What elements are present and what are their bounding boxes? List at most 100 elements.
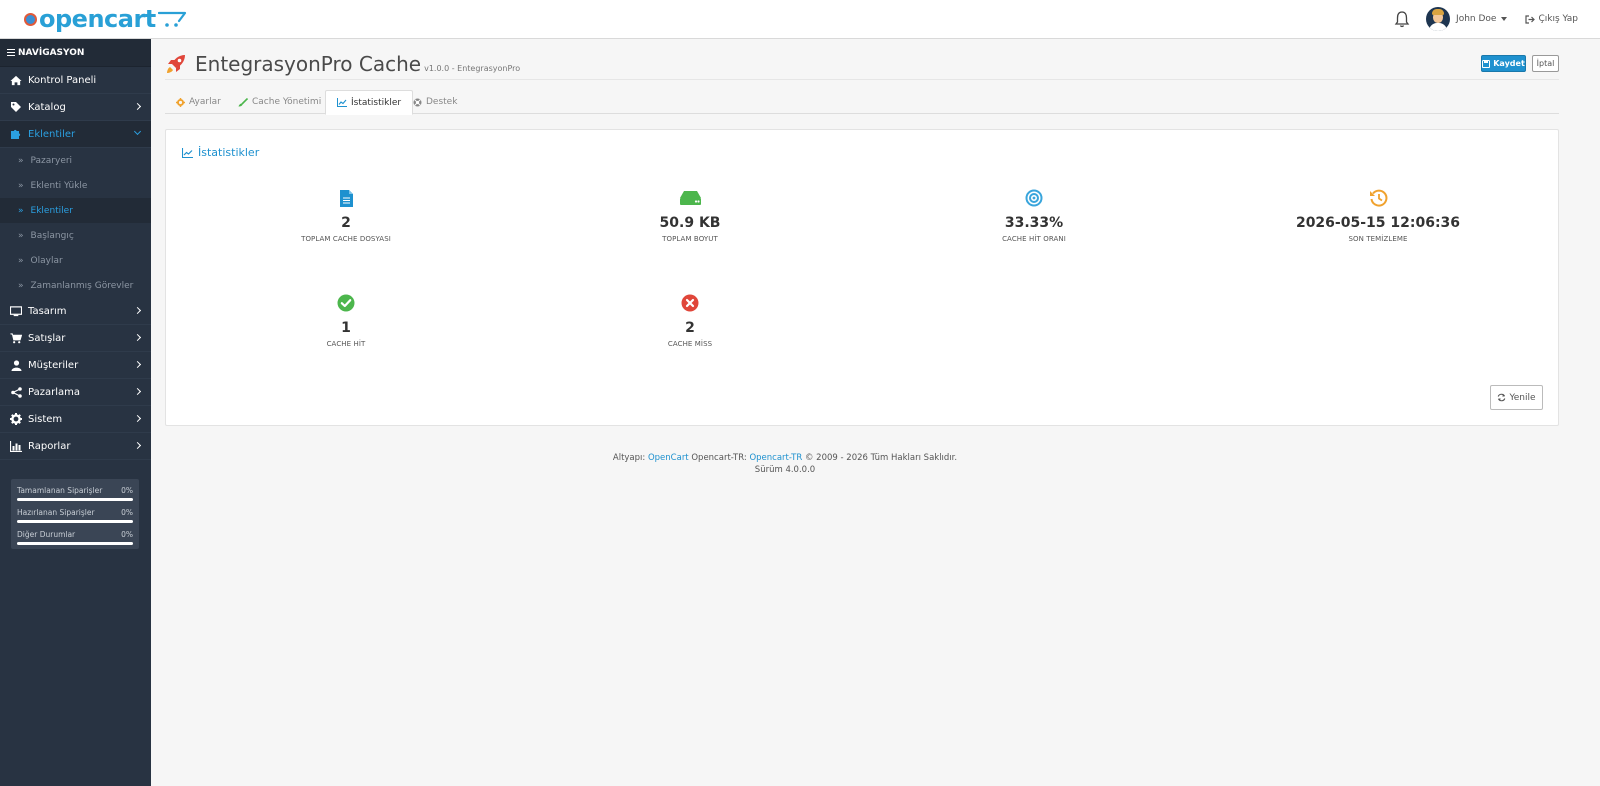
bars-icon xyxy=(7,49,15,56)
sidebar-title[interactable]: NAVİGASYON xyxy=(0,39,151,67)
progress-processing: Hazırlanan Siparişler 0% xyxy=(17,505,133,527)
chevron-right-icon xyxy=(133,102,142,111)
stat-value: 1 xyxy=(341,320,351,336)
user-name: John Doe xyxy=(1456,14,1497,24)
monitor-icon xyxy=(10,305,22,317)
refresh-icon xyxy=(1498,393,1506,402)
double-chevron-icon: » xyxy=(18,205,24,216)
sidebar-item-design[interactable]: Tasarım xyxy=(0,298,151,325)
opencart-link[interactable]: OpenCart xyxy=(648,453,689,463)
footer: Altyapı: OpenCart Opencart-TR: Opencart-… xyxy=(165,452,1405,476)
chevron-right-icon xyxy=(133,387,142,396)
progress-bar xyxy=(17,542,133,545)
sidebar-item-label: Satışlar xyxy=(28,332,66,344)
tab-cache-management[interactable]: Cache Yönetimi xyxy=(227,90,332,114)
cancel-button[interactable]: İptal xyxy=(1532,55,1559,72)
sidebar-item-extensions[interactable]: Eklentiler xyxy=(0,121,151,148)
stat-label: CACHE MİSS xyxy=(667,340,713,348)
gear-icon xyxy=(176,97,185,107)
stat-label: TOPLAM CACHE DOSYASI xyxy=(301,235,391,243)
sidebar-item-dashboard[interactable]: Kontrol Paneli xyxy=(0,67,151,94)
panel-title: İstatistikler xyxy=(182,146,259,159)
line-chart-icon xyxy=(182,147,193,158)
puzzle-icon xyxy=(10,128,22,140)
tab-support[interactable]: Destek xyxy=(402,90,468,114)
chevron-right-icon xyxy=(133,441,142,450)
save-label: Kaydet xyxy=(1493,59,1525,68)
sidebar-subitem-marketplace[interactable]: » Pazaryeri xyxy=(0,148,151,173)
sidebar-subitem-label: Eklenti Yükle xyxy=(30,180,88,191)
double-chevron-icon: » xyxy=(18,230,24,241)
floppy-icon xyxy=(1482,59,1491,68)
home-icon xyxy=(10,74,22,86)
sidebar-item-reports[interactable]: Raporlar xyxy=(0,433,151,460)
tag-icon xyxy=(10,101,22,113)
sidebar-subitem-label: Olaylar xyxy=(30,255,63,266)
progress-value: 0% xyxy=(121,530,133,539)
file-icon xyxy=(246,188,446,208)
sidebar-subitem-label: Pazaryeri xyxy=(30,155,73,166)
sidebar-subitem-installer[interactable]: » Eklenti Yükle xyxy=(0,173,151,198)
globe-icon xyxy=(24,12,37,26)
sidebar-item-customers[interactable]: Müşteriler xyxy=(0,352,151,379)
sidebar-subitem-extensions[interactable]: » Eklentiler xyxy=(0,198,151,223)
cart-logo-icon xyxy=(157,10,188,28)
stat-value: 2026-05-15 12:06:36 xyxy=(1295,215,1461,231)
sidebar-item-label: Eklentiler xyxy=(28,128,76,140)
tab-label: Ayarlar xyxy=(189,97,221,107)
tab-bar: Ayarlar Cache Yönetimi İstatistikler Des… xyxy=(165,90,1559,115)
progress-label: Diğer Durumlar xyxy=(17,530,76,539)
double-chevron-icon: » xyxy=(18,155,24,166)
progress-label: Tamamlanan Siparişler xyxy=(17,486,103,495)
sidebar-item-sales[interactable]: Satışlar xyxy=(0,325,151,352)
refresh-button[interactable]: Yenile xyxy=(1490,385,1543,410)
check-circle-icon xyxy=(246,293,446,313)
double-chevron-icon: » xyxy=(18,180,24,191)
sidebar-item-label: Tasarım xyxy=(28,305,67,317)
stat-total-size: 50.9 KB TOPLAM BOYUT xyxy=(590,188,790,243)
stat-value: 33.33% xyxy=(1004,215,1064,231)
statistics-panel: İstatistikler 2 TOPLAM CACHE DOSYASI 50.… xyxy=(165,129,1559,426)
progress-other: Diğer Durumlar 0% xyxy=(17,527,133,549)
sidebar-item-label: Raporlar xyxy=(28,440,71,452)
tab-statistics[interactable]: İstatistikler xyxy=(325,90,414,115)
sidebar-subitem-cron[interactable]: » Zamanlanmış Görevler xyxy=(0,273,151,298)
page-title: EntegrasyonPro Cache v1.0.0 - Entegrasyon… xyxy=(195,52,520,76)
page-subtitle: v1.0.0 - EntegrasyonPro xyxy=(424,64,521,73)
page-title-text: EntegrasyonPro Cache xyxy=(195,52,422,76)
user-icon xyxy=(10,359,22,371)
bell-icon[interactable] xyxy=(1394,10,1410,28)
sign-out-icon xyxy=(1525,14,1536,24)
progress-completed: Tamamlanan Siparişler 0% xyxy=(17,483,133,505)
hard-drive-icon xyxy=(590,188,790,208)
chevron-right-icon xyxy=(133,414,142,423)
tab-label: Destek xyxy=(426,97,458,107)
panel-title-text: İstatistikler xyxy=(198,146,260,159)
tab-settings[interactable]: Ayarlar xyxy=(165,90,232,114)
opencart-tr-link[interactable]: Opencart-TR xyxy=(749,453,802,463)
sidebar-subitem-label: Başlangıç xyxy=(30,230,74,241)
save-button[interactable]: Kaydet xyxy=(1481,55,1526,72)
sidebar-item-marketing[interactable]: Pazarlama xyxy=(0,379,151,406)
sidebar-item-system[interactable]: Sistem xyxy=(0,406,151,433)
history-icon xyxy=(1278,188,1478,208)
chevron-down-icon xyxy=(133,127,142,136)
logout-link[interactable]: Çıkış Yap xyxy=(1525,14,1578,24)
divider xyxy=(165,79,1559,80)
share-icon xyxy=(10,386,22,398)
footer-line: Altyapı: OpenCart Opencart-TR: Opencart-… xyxy=(165,452,1405,464)
sidebar-subitem-events[interactable]: » Olaylar xyxy=(0,248,151,273)
sidebar-subitem-startup[interactable]: » Başlangıç xyxy=(0,223,151,248)
line-chart-icon xyxy=(337,98,347,107)
user-menu[interactable]: John Doe xyxy=(1426,7,1508,31)
caret-down-icon xyxy=(1501,17,1508,21)
double-chevron-icon: » xyxy=(18,255,24,266)
progress-bar xyxy=(17,498,133,501)
stat-value: 2 xyxy=(685,320,695,336)
double-chevron-icon: » xyxy=(18,280,24,291)
sidebar-item-catalog[interactable]: Katalog xyxy=(0,94,151,121)
opencart-logo[interactable]: opencart xyxy=(24,4,188,34)
brush-icon xyxy=(238,97,248,107)
stat-value: 2 xyxy=(341,215,351,231)
gear-icon xyxy=(10,413,22,425)
